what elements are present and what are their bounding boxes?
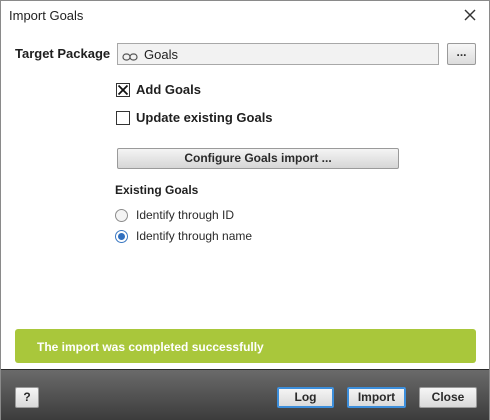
package-link-icon — [122, 49, 138, 61]
close-icon[interactable] — [463, 8, 477, 22]
update-existing-goals-checkbox[interactable] — [116, 111, 130, 125]
configure-goals-import-button[interactable]: Configure Goals import ... — [117, 148, 399, 169]
update-existing-goals-label[interactable]: Update existing Goals — [136, 110, 273, 125]
close-button[interactable]: Close — [419, 387, 477, 408]
identify-through-name-label[interactable]: Identify through name — [136, 229, 252, 243]
add-goals-checkbox[interactable] — [116, 83, 130, 97]
help-button[interactable]: ? — [15, 387, 39, 408]
browse-package-button[interactable]: ... — [447, 43, 476, 65]
status-message: The import was completed successfully — [37, 340, 264, 354]
import-goals-dialog: Import Goals Target Package Goals ... Ad… — [0, 0, 490, 420]
target-package-label: Target Package — [15, 46, 111, 61]
target-package-value: Goals — [144, 46, 178, 62]
dialog-footer: ? Log Import Close — [1, 369, 489, 420]
identify-through-name-radio[interactable] — [115, 230, 128, 243]
import-button[interactable]: Import — [347, 387, 406, 408]
identify-through-id-label[interactable]: Identify through ID — [136, 208, 234, 222]
identify-through-id-radio[interactable] — [115, 209, 128, 222]
title-bar: Import Goals — [1, 1, 489, 31]
status-success-banner: The import was completed successfully — [15, 329, 476, 363]
log-button[interactable]: Log — [277, 387, 334, 408]
window-title: Import Goals — [9, 8, 84, 23]
check-x-icon — [117, 84, 129, 96]
existing-goals-heading: Existing Goals — [115, 183, 199, 197]
target-package-field[interactable]: Goals — [117, 43, 439, 65]
add-goals-label[interactable]: Add Goals — [136, 82, 201, 97]
